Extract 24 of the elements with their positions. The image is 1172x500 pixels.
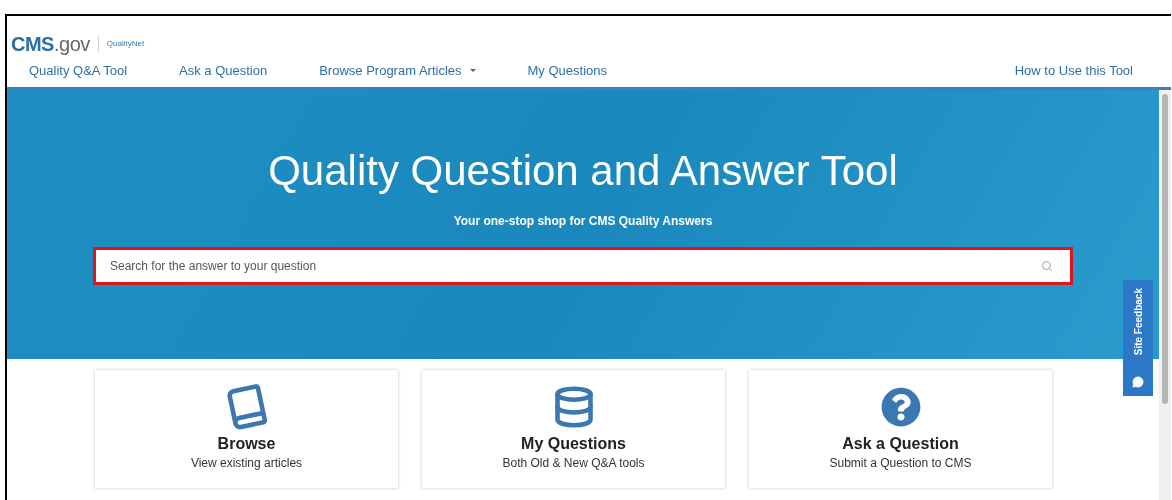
logo[interactable]: CMS.gov [11, 34, 90, 54]
feedback-tab[interactable]: Site Feedback [1123, 280, 1153, 396]
nav-link[interactable]: Ask a Question [179, 60, 268, 81]
card-title: My Questions [521, 434, 626, 454]
nav-link[interactable]: Quality Q&A Tool [29, 60, 128, 81]
caret-icon [469, 69, 476, 72]
nav-link[interactable]: How to Use this Tool [1014, 60, 1133, 81]
card-title: Browse [217, 434, 276, 454]
card-subtitle: Both Old & New Q&A tools [502, 455, 645, 472]
card-title: Ask a Question [842, 434, 959, 454]
card-subtitle: View existing articles [190, 455, 303, 472]
chat-bubble-icon [1132, 376, 1144, 388]
search-icon [1041, 259, 1053, 272]
nav-card[interactable]: My Questions Both Old & New Q&A tools [422, 370, 725, 488]
nav-card[interactable]: Browse View existing articles [95, 370, 398, 488]
nav-card[interactable]: Ask a Question Submit a Question to CMS [749, 370, 1052, 488]
logo-subtitle: QualityNet [106, 38, 145, 50]
nav-link[interactable]: Browse Program Articles [319, 60, 476, 81]
hero-subtitle: Your one-stop shop for CMS Quality Answers [453, 212, 713, 230]
question-icon [880, 387, 921, 427]
card-subtitle: Submit a Question to CMS [829, 455, 972, 472]
search-field[interactable]: Search for the answer to your question [93, 246, 1073, 285]
nav-link[interactable]: My Questions [527, 60, 607, 81]
hero-title: Quality Question and Answer Tool [268, 146, 898, 196]
